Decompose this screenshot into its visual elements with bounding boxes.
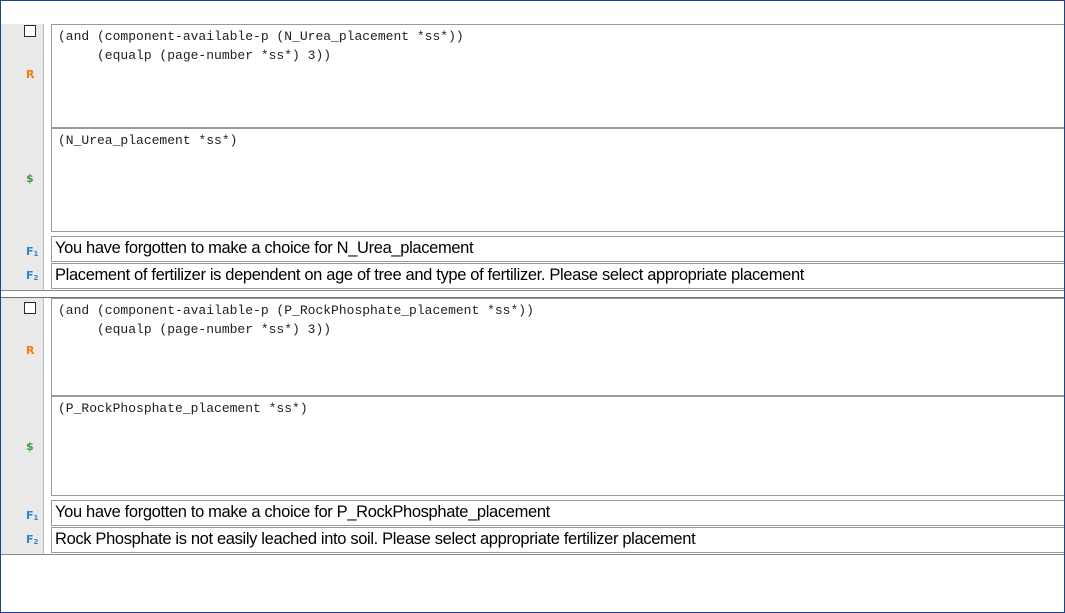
action-row: $ (N_Urea_placement *ss*) [1,128,1064,232]
feedback-row: F2 Rock Phosphate is not easily leached … [1,526,1064,554]
feedback-1-marker-icon: F1 [26,245,39,258]
feedback-gutter: F2 [1,262,44,290]
condition-row: R (and (component-available-p (N_Urea_pl… [1,24,1064,128]
feedback-2-marker-icon: F2 [26,269,39,282]
feedback-row: F1 You have forgotten to make a choice f… [1,496,1064,526]
rule-block: R (and (component-available-p (N_Urea_pl… [1,24,1064,291]
condition-marker-icon: R [26,68,35,81]
rule-block: R (and (component-available-p (P_RockPho… [1,297,1064,555]
feedback-2-field[interactable]: Placement of fertilizer is dependent on … [51,263,1064,289]
condition-gutter: R [1,24,44,128]
code-line: (equalp (page-number *ss*) 3)) [58,48,332,63]
condition-gutter: R [1,298,44,396]
feedback-1-marker-icon: F1 [26,509,39,522]
action-marker-icon: $ [26,440,34,453]
feedback-2-marker-icon: F2 [26,533,39,546]
code-line: (and (component-available-p (N_Urea_plac… [58,29,464,44]
code-line: (P_RockPhosphate_placement *ss*) [58,401,308,416]
condition-marker-icon: R [26,344,35,357]
code-line: (and (component-available-p (P_RockPhosp… [58,303,534,318]
action-editor[interactable]: (P_RockPhosphate_placement *ss*) [51,396,1064,496]
feedback-gutter: F1 [1,232,44,262]
rule-select-checkbox[interactable] [24,302,36,314]
action-row: $ (P_RockPhosphate_placement *ss*) [1,396,1064,496]
rule-list: R (and (component-available-p (N_Urea_pl… [1,1,1064,555]
action-gutter: $ [1,396,44,496]
feedback-2-field[interactable]: Rock Phosphate is not easily leached int… [51,527,1064,553]
feedback-gutter: F2 [1,526,44,554]
feedback-gutter: F1 [1,496,44,526]
rule-select-checkbox[interactable] [24,25,36,37]
action-gutter: $ [1,128,44,232]
condition-editor[interactable]: (and (component-available-p (P_RockPhosp… [51,298,1064,396]
condition-row: R (and (component-available-p (P_RockPho… [1,298,1064,396]
feedback-row: F2 Placement of fertilizer is dependent … [1,262,1064,290]
action-marker-icon: $ [26,172,34,185]
code-line: (N_Urea_placement *ss*) [58,133,238,148]
feedback-1-field[interactable]: You have forgotten to make a choice for … [51,500,1064,526]
feedback-row: F1 You have forgotten to make a choice f… [1,232,1064,262]
code-line: (equalp (page-number *ss*) 3)) [58,322,332,337]
feedback-1-field[interactable]: You have forgotten to make a choice for … [51,236,1064,262]
condition-editor[interactable]: (and (component-available-p (N_Urea_plac… [51,24,1064,128]
rule-editor-panel: R (and (component-available-p (N_Urea_pl… [0,0,1065,613]
action-editor[interactable]: (N_Urea_placement *ss*) [51,128,1064,232]
